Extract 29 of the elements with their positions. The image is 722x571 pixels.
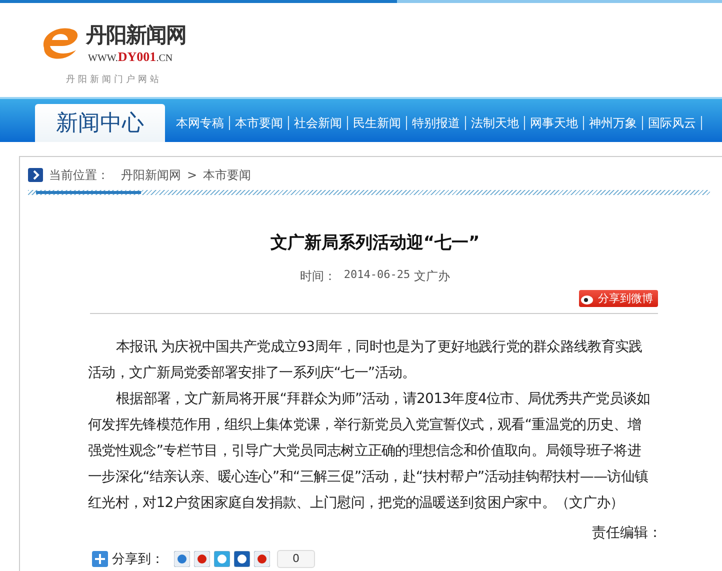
nav-link[interactable]: 特别报道 [407,114,465,132]
logo-slogan: 丹阳新闻门户网站 [66,74,162,86]
share-label: 分享到： [112,551,164,568]
nav-link[interactable]: 法制天地 [466,114,524,132]
logo-url: WWW.DY001.CN [88,49,174,65]
logo-name: 丹阳新闻网 [86,22,186,49]
article-date: 2014-06-25 [344,268,410,283]
nav-link[interactable]: 本网专稿 [171,114,229,132]
nav-link[interactable]: 神州万象 [584,114,642,132]
share-count: 0 [277,550,315,568]
meta-label: 时间： [300,268,336,285]
nav-link[interactable]: 社会新闻 [289,114,347,132]
editor-label: 责任编辑： [591,524,662,542]
article-paragraph: 根据部署，文广新局将开展“拜群众为师”活动，请2013年度4位市、局优秀共产党员谈如何发挥先锋模范作用，组织上集体党课，举行新党员入党宣誓仪式，观看“重温党的历史、增强党性观念”专栏节目，引导广大党员同志树立正确的理想信念和价值取向。局领导班子将进一步深化“结亲认亲、暖心连心”和“三解三促”活动，赴“扶村帮户”活动挂钩帮扶村——访仙镇红光村，对12户贫困家庭自发捐款、上门慰问，把党的温暖送到贫困户家中。（文广办） [88,390,652,513]
breadcrumb-label: 当前位置： [49,166,109,184]
weibo-share-button[interactable]: 分享到微博 [579,290,658,307]
article-paragraph: 本报讯 为庆祝中国共产党成立93周年，同时也是为了更好地践行党的群众路线教育实践活动，文广新局党委部署安排了一系列庆“七一”活动。 [88,338,644,383]
nav-link[interactable]: 民生新闻 [348,114,406,132]
breadcrumb-link[interactable]: 丹阳新闻网 [121,166,181,184]
breadcrumb-separator: > [187,168,198,182]
nav-link[interactable]: 本市要闻 [230,114,288,132]
plus-icon[interactable] [92,551,108,567]
article-source: 文广办 [414,268,450,285]
nav-link[interactable]: 国际风云 [643,114,701,132]
article-title: 文广新局系列活动迎“七一” [269,232,481,254]
breadcrumb-link[interactable]: 本市要闻 [203,166,252,184]
chevron-icon [28,168,43,182]
nav-link[interactable]: 网事天地 [525,114,583,132]
section-title: 新闻中心 [35,104,165,142]
